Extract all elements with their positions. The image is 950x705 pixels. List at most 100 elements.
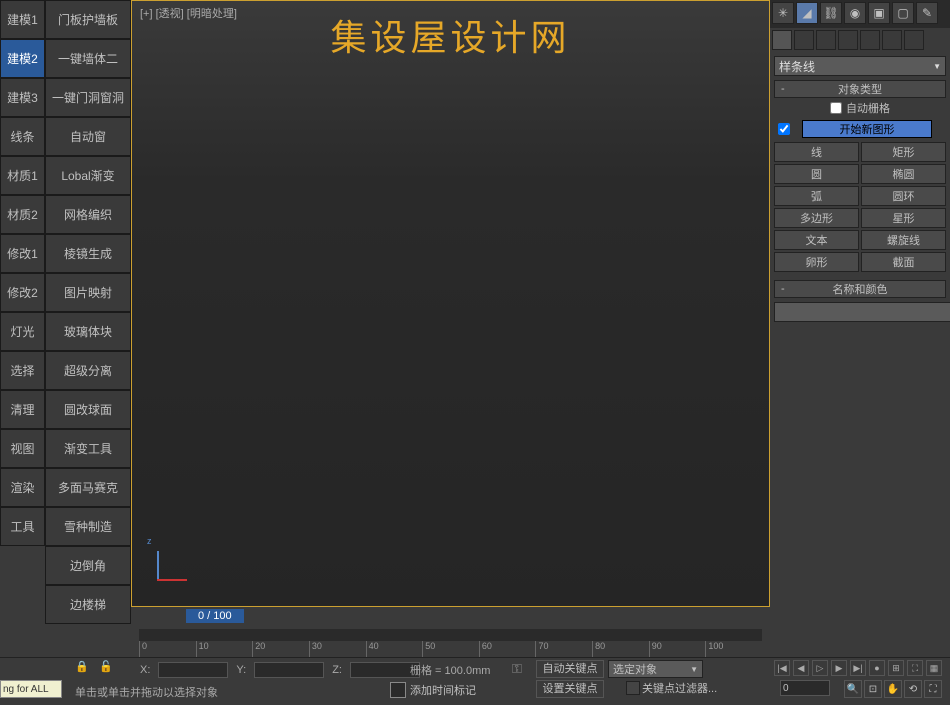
- sidebar-cat-13[interactable]: 工具: [0, 507, 45, 546]
- key-icon[interactable]: ⚿: [512, 661, 530, 675]
- next-frame-icon[interactable]: ▶: [831, 660, 847, 676]
- pan-icon[interactable]: ✋: [884, 680, 902, 698]
- viewport[interactable]: [+] [透视] [明暗处理] 集设屋设计网 z: [131, 0, 770, 607]
- sidebar-tool-4[interactable]: Lobal渐变: [45, 156, 131, 195]
- sidebar-tool-11[interactable]: 渐变工具: [45, 429, 131, 468]
- time-ruler[interactable]: 0102030405060708090100: [139, 641, 762, 657]
- orbit-icon[interactable]: ⟲: [904, 680, 922, 698]
- time-slider[interactable]: [139, 629, 762, 641]
- sidebar-cat-8[interactable]: 灯光: [0, 312, 45, 351]
- sidebar-cat-2[interactable]: 建模3: [0, 78, 45, 117]
- frame-counter[interactable]: 0 / 100: [186, 609, 244, 623]
- shape-button-9[interactable]: 螺旋线: [861, 230, 946, 250]
- sidebar-tool-0[interactable]: 门板护墙板: [45, 0, 131, 39]
- shape-button-10[interactable]: 卵形: [774, 252, 859, 272]
- prev-frame-icon[interactable]: ◀: [793, 660, 809, 676]
- shape-button-6[interactable]: 多边形: [774, 208, 859, 228]
- sidebar-tool-14[interactable]: 边倒角: [45, 546, 131, 585]
- time-tag-icon[interactable]: [390, 682, 406, 698]
- display-tab-icon[interactable]: [860, 30, 880, 50]
- listener-input[interactable]: ng for ALL: [0, 680, 62, 698]
- auto-grid-label: 自动栅格: [846, 100, 890, 116]
- sidebar-cat-9[interactable]: 选择: [0, 351, 45, 390]
- hierarchy-tab-icon[interactable]: [816, 30, 836, 50]
- object-type-rollout[interactable]: 对象类型: [774, 80, 946, 98]
- sidebar-tool-3[interactable]: 自动窗: [45, 117, 131, 156]
- sidebar-tool-7[interactable]: 图片映射: [45, 273, 131, 312]
- zoom-extents-icon[interactable]: ⛶: [924, 680, 942, 698]
- schematic-icon[interactable]: ⛓: [820, 2, 842, 24]
- time-config-icon[interactable]: ⊞: [888, 660, 904, 676]
- sidebar-tool-13[interactable]: 雪种制造: [45, 507, 131, 546]
- sidebar-cat-6[interactable]: 修改1: [0, 234, 45, 273]
- sidebar-tool-9[interactable]: 超级分离: [45, 351, 131, 390]
- modify-tab-icon[interactable]: [794, 30, 814, 50]
- sidebar-cat-12[interactable]: 渲染: [0, 468, 45, 507]
- set-key-button[interactable]: 设置关键点: [536, 680, 604, 698]
- sidebar-tool-10[interactable]: 圆改球面: [45, 390, 131, 429]
- x-field[interactable]: [158, 662, 228, 678]
- render-icon[interactable]: ✎: [916, 2, 938, 24]
- shape-button-1[interactable]: 矩形: [861, 142, 946, 162]
- shape-button-2[interactable]: 圆: [774, 164, 859, 184]
- shape-button-5[interactable]: 圆环: [861, 186, 946, 206]
- sidebar-cat-4[interactable]: 材质1: [0, 156, 45, 195]
- key-filter-button[interactable]: 关键点过滤器...: [642, 680, 717, 696]
- sidebar-cat-7[interactable]: 修改2: [0, 273, 45, 312]
- render-setup-icon[interactable]: ▣: [868, 2, 890, 24]
- y-field[interactable]: [254, 662, 324, 678]
- start-new-shape-button[interactable]: 开始新图形: [802, 120, 932, 138]
- key-selection-dropdown[interactable]: 选定对象: [608, 660, 703, 678]
- key-filter-icon[interactable]: [626, 681, 640, 695]
- settings-icon[interactable]: ✳: [772, 2, 794, 24]
- auto-grid-checkbox[interactable]: [830, 102, 842, 114]
- sidebar-cat-11[interactable]: 视图: [0, 429, 45, 468]
- render-frame-icon[interactable]: ▢: [892, 2, 914, 24]
- sidebar-cat-10[interactable]: 清理: [0, 390, 45, 429]
- key-mode-icon[interactable]: ●: [869, 660, 885, 676]
- material-icon[interactable]: ◉: [844, 2, 866, 24]
- lock-icon[interactable]: 🔒: [75, 660, 89, 674]
- sidebar-tool-1[interactable]: 一键墙体二: [45, 39, 131, 78]
- shape-button-4[interactable]: 弧: [774, 186, 859, 206]
- time-tag-label[interactable]: 添加时间标记: [410, 682, 476, 698]
- shape-button-3[interactable]: 椭圆: [861, 164, 946, 184]
- timeline: 0 / 100 0102030405060708090100: [131, 607, 770, 657]
- utilities-tab-icon[interactable]: [882, 30, 902, 50]
- shape-button-7[interactable]: 星形: [861, 208, 946, 228]
- zoom-icon[interactable]: 🔍: [844, 680, 862, 698]
- sidebar-cat-3[interactable]: 线条: [0, 117, 45, 156]
- sidebar-tool-8[interactable]: 玻璃体块: [45, 312, 131, 351]
- sidebar-cat-5[interactable]: 材质2: [0, 195, 45, 234]
- shape-button-8[interactable]: 文本: [774, 230, 859, 250]
- vp-layout-icon[interactable]: ▦: [926, 660, 942, 676]
- vp-max-icon[interactable]: ⛶: [907, 660, 923, 676]
- extra-tab-icon[interactable]: [904, 30, 924, 50]
- sidebar-tool-5[interactable]: 网格编织: [45, 195, 131, 234]
- auto-key-button[interactable]: 自动关键点: [536, 660, 604, 678]
- name-color-rollout[interactable]: 名称和颜色: [774, 280, 946, 298]
- motion-tab-icon[interactable]: [838, 30, 858, 50]
- sidebar-cat-0[interactable]: 建模1: [0, 0, 45, 39]
- sidebar-cat-1[interactable]: 建模2: [0, 39, 45, 78]
- goto-end-icon[interactable]: ▶|: [850, 660, 866, 676]
- current-frame-input[interactable]: 0: [780, 680, 830, 696]
- sidebar-tool-6[interactable]: 棱镜生成: [45, 234, 131, 273]
- curve-editor-icon[interactable]: ◢: [796, 2, 818, 24]
- goto-start-icon[interactable]: |◀: [774, 660, 790, 676]
- play-icon[interactable]: ▷: [812, 660, 828, 676]
- viewport-label[interactable]: [+] [透视] [明暗处理]: [140, 5, 237, 21]
- unlock-icon[interactable]: 🔓: [99, 660, 113, 674]
- sidebar-tool-12[interactable]: 多面马赛克: [45, 468, 131, 507]
- shape-button-11[interactable]: 截面: [861, 252, 946, 272]
- grid-info: 栅格 = 100.0mm: [410, 662, 490, 678]
- object-name-input[interactable]: [774, 302, 950, 322]
- zoom-all-icon[interactable]: ⊡: [864, 680, 882, 698]
- shape-button-0[interactable]: 线: [774, 142, 859, 162]
- create-tab-icon[interactable]: [772, 30, 792, 50]
- sidebar-tool-2[interactable]: 一键门洞窗洞: [45, 78, 131, 117]
- start-shape-checkbox[interactable]: [778, 123, 790, 135]
- playback-controls: |◀ ◀ ▷ ▶ ▶| ● ⊞ ⛶ ▦: [774, 660, 942, 676]
- category-dropdown[interactable]: 样条线: [774, 56, 946, 76]
- sidebar-tool-15[interactable]: 边楼梯: [45, 585, 131, 624]
